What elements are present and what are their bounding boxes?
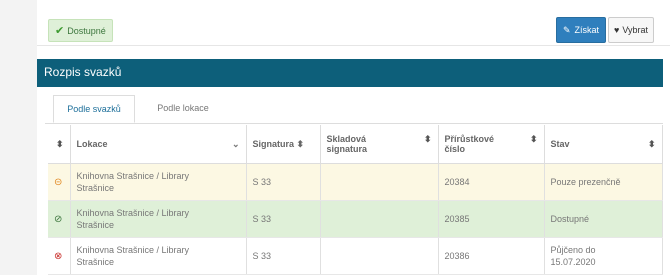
state-cell: Dostupné	[544, 200, 663, 238]
availability-label: Dostupné	[67, 25, 106, 36]
select-button[interactable]: ♥ Vybrat	[608, 17, 655, 43]
heart-icon: ♥	[614, 25, 620, 35]
location-line2: Strašnice	[76, 220, 115, 230]
state-line1: Půjčeno do	[550, 245, 596, 255]
tab-by-volume[interactable]: Podle svazků	[53, 95, 135, 123]
get-button[interactable]: ✎ Získat	[556, 17, 607, 43]
accession-cell: 20384	[438, 163, 545, 201]
sort-icon: ⬍	[296, 138, 305, 149]
table-row: ⊗ Knihovna Strašnice / Library Strašnice …	[48, 237, 663, 275]
accession-header-line2: číslo	[444, 144, 466, 154]
state-header-label: Stav	[550, 138, 570, 149]
storage-header-line1: Skladová	[326, 134, 367, 144]
storage-signature-cell	[320, 200, 439, 238]
holdings-table: ⬍ Lokace ⌄ Signatura ⬍ ⬍ Skladová signatura…	[48, 125, 663, 275]
check-icon: ✔	[55, 25, 65, 37]
location-line1: Knihovna Strašnice / Library	[76, 208, 190, 218]
circle-minus-icon: ⊝	[54, 176, 63, 188]
status-cell: ⊗	[48, 237, 71, 275]
section-header: Rozpis svazků	[37, 59, 663, 87]
state-column-header[interactable]: Stav ⬍	[544, 125, 663, 164]
signature-column-header[interactable]: Signatura ⬍	[246, 125, 321, 164]
status-cell: ⊝	[48, 163, 71, 201]
holdings-panel: ✔ Dostupné ✎ Získat ♥ Vybrat Rozpis svaz…	[37, 0, 670, 275]
accession-column-header[interactable]: ⬍ Přírůstkové číslo	[438, 125, 545, 164]
signature-cell: S 33	[246, 237, 321, 275]
accession-header-line1: Přírůstkové	[444, 134, 495, 144]
chevron-down-icon: ⌄	[231, 138, 240, 149]
sort-icon: ⬍	[647, 138, 656, 149]
accession-cell: 20385	[438, 200, 545, 238]
sort-icon: ⬍	[55, 138, 64, 149]
location-cell: Knihovna Strašnice / Library Strašnice	[70, 163, 247, 201]
circle-x-icon: ⊗	[54, 250, 63, 262]
tab-bar: Podle svazků Podle lokace	[45, 95, 663, 124]
get-button-label: Získat	[574, 25, 600, 35]
location-column-header[interactable]: Lokace ⌄	[70, 125, 247, 164]
circle-check-icon: ⊘	[54, 213, 63, 225]
state-cell: Půjčeno do 15.07.2020	[544, 237, 663, 275]
signature-header-label: Signatura	[252, 138, 295, 149]
availability-badge: ✔ Dostupné	[48, 19, 113, 42]
table-row: ⊝ Knihovna Strašnice / Library Strašnice …	[48, 163, 663, 201]
availability-bar: ✔ Dostupné ✎ Získat ♥ Vybrat	[37, 0, 670, 46]
signature-cell: S 33	[246, 200, 321, 238]
storage-signature-cell	[320, 237, 439, 275]
section-title: Rozpis svazků	[44, 65, 122, 79]
location-cell: Knihovna Strašnice / Library Strašnice	[70, 200, 247, 238]
sort-icon: ⬍	[529, 134, 538, 144]
storage-signature-column-header[interactable]: ⬍ Skladová signatura	[320, 125, 439, 164]
pencil-icon: ✎	[563, 24, 571, 35]
select-button-label: Vybrat	[622, 25, 649, 35]
tab-by-location[interactable]: Podle lokace	[143, 95, 223, 121]
state-line1: Pouze prezenčně	[550, 177, 621, 187]
location-line2: Strašnice	[76, 183, 115, 193]
sort-icon: ⬍	[423, 134, 432, 144]
location-line2: Strašnice	[76, 257, 115, 267]
signature-cell: S 33	[246, 163, 321, 201]
table-row: ⊘ Knihovna Strašnice / Library Strašnice …	[48, 200, 663, 238]
state-line2: 15.07.2020	[550, 257, 596, 267]
location-line1: Knihovna Strašnice / Library	[76, 245, 190, 255]
status-column-header[interactable]: ⬍	[48, 125, 71, 164]
storage-signature-cell	[320, 163, 439, 201]
state-cell: Pouze prezenčně	[544, 163, 663, 201]
storage-header-line2: signatura	[326, 144, 368, 154]
state-line1: Dostupné	[550, 214, 590, 224]
location-header-label: Lokace	[76, 138, 108, 149]
table-header-row: ⬍ Lokace ⌄ Signatura ⬍ ⬍ Skladová signatura…	[48, 125, 663, 164]
location-line1: Knihovna Strašnice / Library	[76, 171, 190, 181]
location-cell: Knihovna Strašnice / Library Strašnice	[70, 237, 247, 275]
accession-cell: 20386	[438, 237, 545, 275]
status-cell: ⊘	[48, 200, 71, 238]
